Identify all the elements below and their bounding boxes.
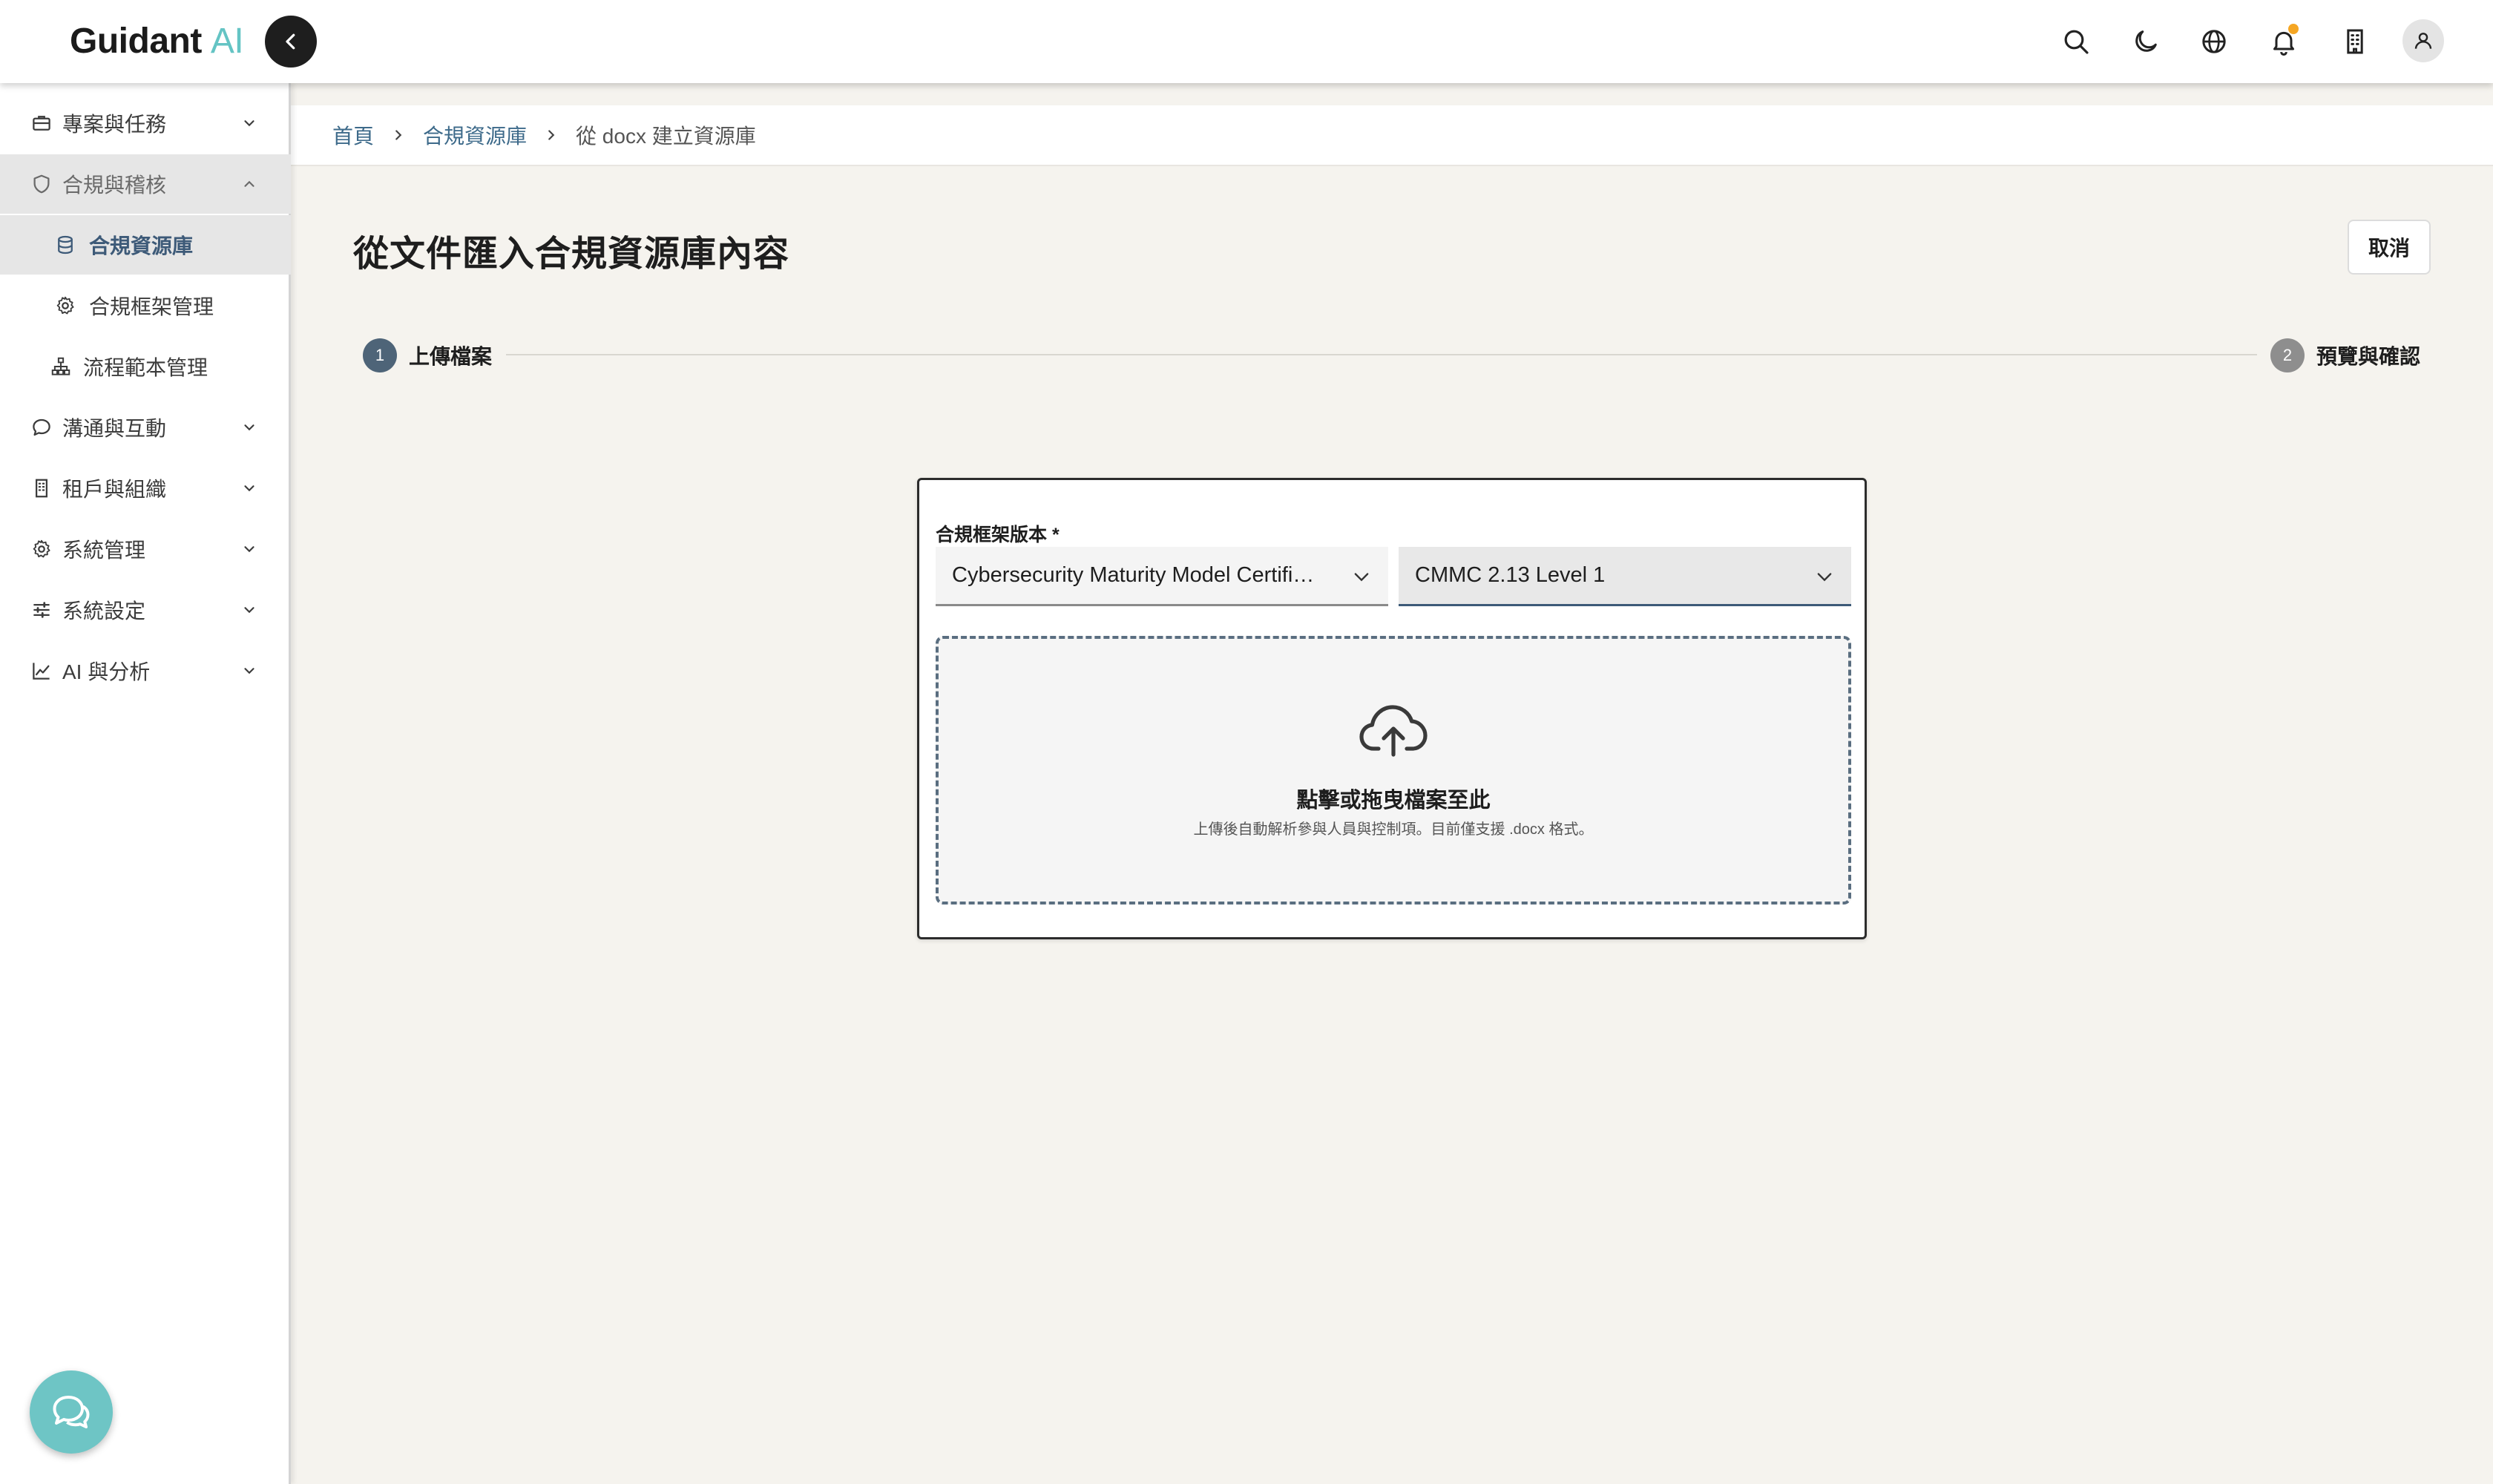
import-form-card: 合規框架版本 * Cybersecurity Maturity Model Ce…	[917, 478, 1867, 939]
chevron-down-icon	[239, 539, 260, 559]
step-preview: 2 預覽與確認	[2270, 338, 2428, 372]
framework-version-select[interactable]: CMMC 2.13 Level 1	[1399, 547, 1851, 606]
chevron-down-icon	[239, 600, 260, 620]
sidebar-item-label: 專案與任務	[62, 113, 167, 136]
organization-button[interactable]	[2334, 21, 2376, 62]
chart-icon	[30, 659, 53, 683]
chevron-down-icon	[239, 660, 260, 681]
brand-logo[interactable]: Guidant AI	[70, 21, 244, 62]
main-content: 首頁 合規資源庫 從 docx 建立資源庫 從文件匯入合規資源庫內容 取消 1 …	[291, 83, 2493, 1484]
sidebar-item-label: 合規資源庫	[89, 234, 194, 257]
chevron-down-icon	[239, 113, 260, 134]
sidebar-item-compliance-library[interactable]: 合規資源庫	[0, 215, 291, 275]
sidebar-item-framework-management[interactable]: 合規框架管理	[0, 276, 291, 335]
file-dropzone[interactable]: 點擊或拖曳檔案至此 上傳後自動解析參與人員與控制項。目前僅支援 .docx 格式…	[936, 636, 1851, 904]
step-label: 上傳檔案	[409, 341, 500, 370]
briefcase-icon	[30, 111, 53, 135]
step-upload: 1 上傳檔案	[363, 338, 500, 372]
sidebar-item-system-admin[interactable]: 系統管理	[0, 519, 291, 579]
sidebar-item-label: 合規與稽核	[62, 174, 167, 197]
chevron-down-icon	[239, 417, 260, 438]
user-icon	[2414, 33, 2432, 49]
sidebar-item-projects[interactable]: 專案與任務	[0, 93, 291, 153]
step-number: 1	[363, 338, 397, 372]
dropzone-title: 點擊或拖曳檔案至此	[1296, 789, 1491, 812]
building-icon	[2347, 29, 2363, 54]
brand-suffix: AI	[210, 22, 244, 61]
sliders-icon	[30, 598, 53, 622]
database-icon	[53, 233, 77, 257]
search-button[interactable]	[2055, 21, 2097, 62]
cancel-button[interactable]: 取消	[2348, 220, 2431, 275]
notification-dot	[2288, 24, 2299, 34]
chat-icon	[30, 416, 53, 439]
chevron-right-icon	[390, 127, 407, 143]
sidebar-item-label: 系統管理	[62, 539, 146, 562]
user-menu-button[interactable]	[2402, 19, 2444, 62]
chat-assistant-button[interactable]	[30, 1370, 113, 1454]
sitemap-icon	[49, 355, 73, 378]
sidebar-item-system-settings[interactable]: 系統設定	[0, 580, 291, 640]
sidebar-item-label: 流程範本管理	[83, 356, 208, 379]
sidebar-item-communication[interactable]: 溝通與互動	[0, 398, 291, 457]
top-app-bar: Guidant AI	[0, 0, 2493, 83]
breadcrumb-library[interactable]: 合規資源庫	[423, 120, 527, 150]
sidebar-item-label: 溝通與互動	[62, 417, 167, 440]
chat-bubbles-icon	[53, 1396, 90, 1428]
step-number: 2	[2270, 338, 2305, 372]
framework-select[interactable]: Cybersecurity Maturity Model Certifica..…	[936, 547, 1388, 606]
chevron-right-icon	[543, 127, 559, 143]
language-button[interactable]	[2193, 21, 2235, 62]
gear-icon	[53, 294, 77, 318]
shield-icon	[30, 172, 53, 196]
breadcrumb: 首頁 合規資源庫 從 docx 建立資源庫	[291, 105, 2493, 166]
globe-icon	[2202, 30, 2226, 53]
notifications-button[interactable]	[2263, 21, 2305, 62]
framework-field-label: 合規框架版本 *	[936, 525, 1060, 545]
chevron-up-icon	[239, 174, 260, 194]
sidebar-item-label: 系統設定	[62, 600, 146, 623]
sidebar-item-label: AI 與分析	[62, 660, 151, 683]
sidebar: 專案與任務 合規與稽核 合規資源庫 合規框架管理 流程範本管理 溝通與互動 租戶…	[0, 83, 291, 1484]
sidebar-item-tenants[interactable]: 租戶與組織	[0, 459, 291, 518]
dropzone-hint: 上傳後自動解析參與人員與控制項。目前僅支援 .docx 格式。	[1193, 821, 1594, 838]
brand-name: Guidant	[70, 22, 202, 61]
page-title: 從文件匯入合規資源庫內容	[353, 234, 790, 274]
sidebar-item-label: 租戶與組織	[62, 478, 167, 501]
step-label: 預覽與確認	[2316, 341, 2428, 370]
framework-select-value: Cybersecurity Maturity Model Certifica..…	[952, 563, 1323, 587]
gear-icon	[30, 537, 53, 561]
breadcrumb-home[interactable]: 首頁	[332, 120, 374, 150]
collapse-sidebar-button[interactable]	[265, 16, 317, 68]
version-select-value: CMMC 2.13 Level 1	[1415, 563, 1606, 587]
search-icon	[2064, 30, 2089, 54]
theme-toggle-button[interactable]	[2125, 21, 2167, 62]
chevron-down-icon	[1351, 566, 1372, 587]
sidebar-item-ai-analytics[interactable]: AI 與分析	[0, 641, 291, 700]
avatar	[2402, 19, 2444, 62]
sidebar-item-label: 合規框架管理	[89, 295, 214, 318]
cloud-upload-icon	[1359, 705, 1428, 757]
building-icon	[30, 476, 53, 500]
stepper-connector	[506, 354, 2257, 355]
chevron-left-icon	[286, 33, 295, 50]
breadcrumb-current: 從 docx 建立資源庫	[576, 125, 756, 148]
moon-icon	[2135, 30, 2157, 52]
sidebar-item-process-templates[interactable]: 流程範本管理	[0, 337, 291, 396]
chevron-down-icon	[1814, 566, 1835, 587]
sidebar-item-compliance[interactable]: 合規與稽核	[0, 154, 291, 214]
chevron-down-icon	[239, 478, 260, 499]
